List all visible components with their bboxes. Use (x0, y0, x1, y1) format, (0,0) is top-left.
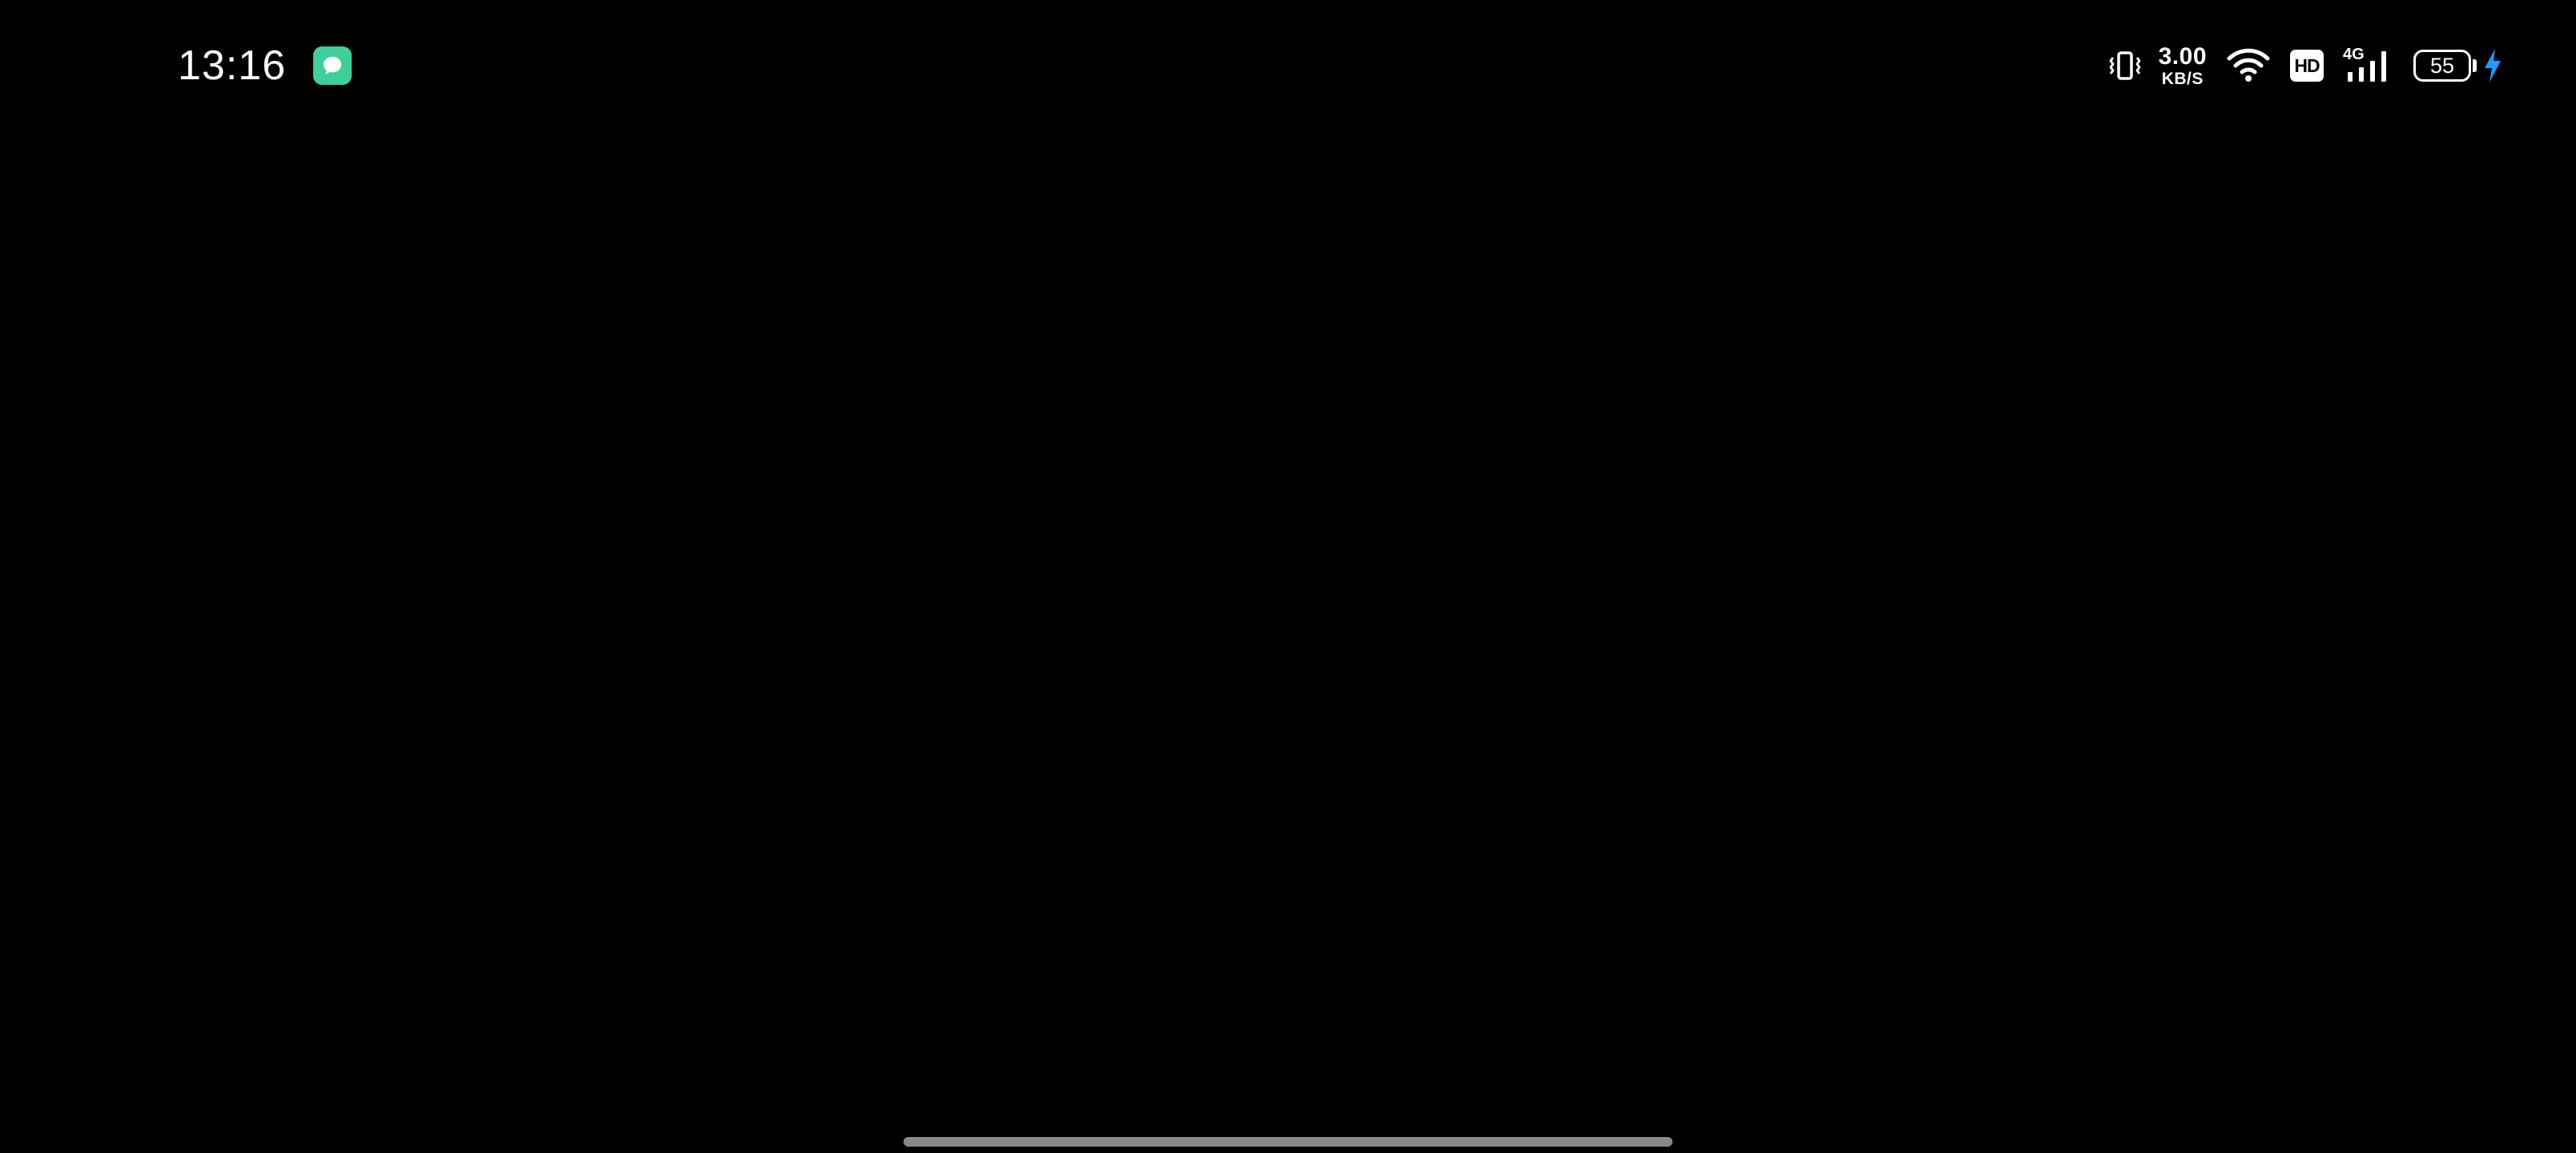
vibrate-icon (2106, 46, 2144, 85)
cellular-signal-icon: 4G (2343, 46, 2394, 85)
hd-badge: HD (2290, 50, 2324, 82)
battery-level: 55 (2413, 50, 2471, 82)
network-speed-value: 3.00 (2158, 42, 2207, 70)
battery-icon: 55 (2413, 50, 2477, 82)
wifi-icon (2226, 47, 2271, 84)
chat-bubble-icon (313, 46, 352, 85)
network-speed-unit: KB/S (2161, 69, 2204, 88)
network-speed: 3.00 KB/S (2158, 42, 2207, 88)
status-bar: 13:16 3.00 KB/S HD 4G 55 (0, 0, 2576, 131)
home-indicator[interactable] (904, 1137, 1672, 1147)
screen: 13:16 3.00 KB/S HD 4G 55 (0, 0, 2576, 1153)
battery-tip (2473, 59, 2477, 72)
status-left: 13:16 (178, 35, 352, 96)
status-right: 3.00 KB/S HD 4G 55 (2106, 35, 2504, 96)
charging-bolt-icon (2481, 47, 2504, 84)
status-time: 13:16 (178, 42, 287, 89)
